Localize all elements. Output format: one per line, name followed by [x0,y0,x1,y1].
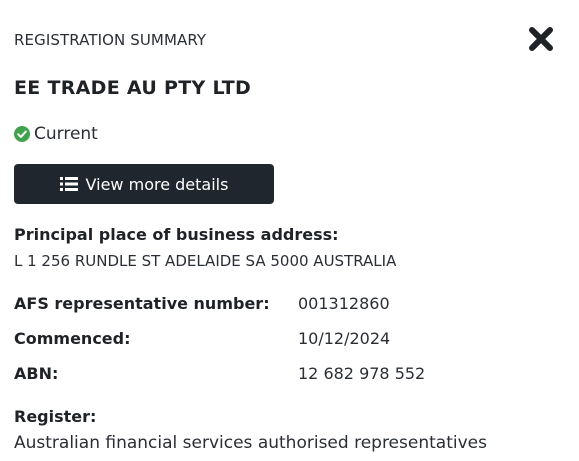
afs-number-value: 001312860 [298,294,390,313]
panel-title: REGISTRATION SUMMARY [14,31,207,49]
check-circle-icon [14,126,30,142]
abn-label: ABN: [14,364,59,383]
register-label: Register: [14,407,97,426]
address-label: Principal place of business address: [14,225,339,244]
register-value: Australian financial services authorised… [14,433,487,453]
status-text: Current [34,124,98,144]
close-button[interactable] [527,25,555,53]
commenced-label: Commenced: [14,329,131,348]
close-x-icon [529,27,553,51]
abn-value: 12 682 978 552 [298,364,426,383]
list-icon [59,177,78,191]
view-more-details-label: View more details [85,174,229,194]
registration-summary-panel: REGISTRATION SUMMARY EE TRADE AU PTY LTD… [0,0,579,461]
status-indicator: Current [14,124,98,144]
view-more-details-button[interactable]: View more details [14,164,274,204]
commenced-value: 10/12/2024 [298,329,391,348]
address-value: L 1 256 RUNDLE ST ADELAIDE SA 5000 AUSTR… [14,252,397,270]
afs-number-label: AFS representative number: [14,294,270,313]
company-name: EE TRADE AU PTY LTD [14,77,252,99]
